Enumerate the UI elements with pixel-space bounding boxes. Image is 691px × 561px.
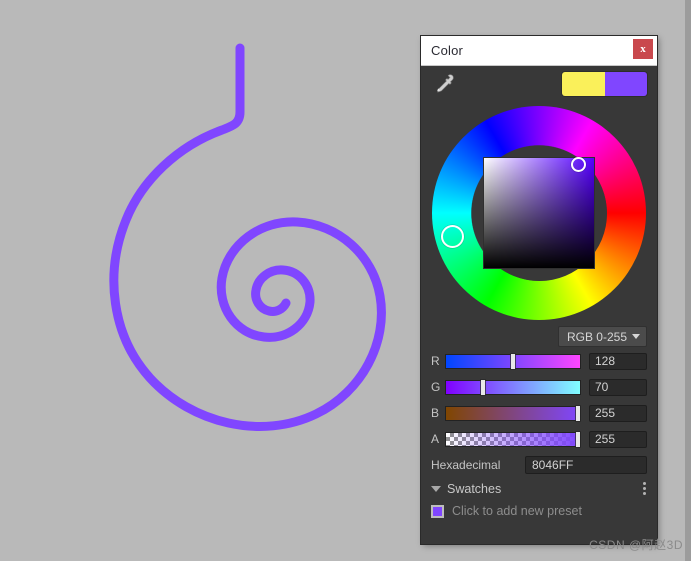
kebab-menu-icon[interactable] — [643, 482, 646, 495]
channel-slider-a[interactable] — [445, 431, 581, 447]
eyedropper-icon[interactable] — [431, 72, 455, 96]
hexadecimal-label: Hexadecimal — [431, 458, 501, 472]
channel-track-a — [446, 432, 580, 446]
current-color-swatch[interactable] — [604, 72, 647, 96]
swatches-foldout-header[interactable]: Swatches — [421, 478, 657, 500]
color-mode-label: RGB 0-255 — [566, 329, 627, 344]
color-wheel-area — [421, 102, 657, 326]
channel-label-b: B — [431, 406, 440, 420]
channel-slider-b[interactable] — [445, 405, 581, 421]
color-mode-row: RGB 0-255 — [421, 326, 657, 348]
hexadecimal-input[interactable]: 8046FF — [525, 456, 647, 474]
add-preset-row[interactable]: Click to add new preset — [421, 500, 657, 522]
channel-row-b: B 255 — [421, 400, 657, 426]
hue-marker-handle[interactable] — [440, 224, 464, 248]
channel-row-r: R 128 — [421, 348, 657, 374]
channel-handle-a[interactable] — [575, 431, 580, 447]
channel-value-g[interactable]: 70 — [589, 378, 647, 396]
channel-slider-list: R 128 G 70 B 255 A 255 — [421, 348, 657, 452]
swatches-label: Swatches — [447, 482, 502, 496]
color-mode-dropdown[interactable]: RGB 0-255 — [557, 326, 647, 347]
color-picker-window: Color x RGB 0-255 R 128 G 70 B 255 A 255… — [421, 36, 657, 544]
channel-value-a[interactable]: 255 — [589, 430, 647, 448]
window-titlebar[interactable]: Color x — [421, 36, 657, 66]
close-icon[interactable]: x — [633, 39, 653, 59]
window-title: Color — [431, 43, 464, 58]
color-compare-swatches[interactable] — [562, 72, 647, 96]
saturation-value-square[interactable] — [484, 158, 594, 268]
chevron-down-icon — [632, 334, 640, 339]
channel-label-a: A — [431, 432, 440, 446]
channel-slider-r[interactable] — [445, 353, 581, 369]
channel-row-g: G 70 — [421, 374, 657, 400]
hexadecimal-row: Hexadecimal 8046FF — [421, 452, 657, 478]
canvas-right-edge — [685, 0, 691, 561]
channel-slider-g[interactable] — [445, 379, 581, 395]
channel-value-r[interactable]: 128 — [589, 352, 647, 370]
channel-value-b[interactable]: 255 — [589, 404, 647, 422]
screenshot-root: Color x RGB 0-255 R 128 G 70 B 255 A 255… — [0, 0, 691, 561]
channel-row-a: A 255 — [421, 426, 657, 452]
previous-color-swatch[interactable] — [562, 72, 605, 96]
add-preset-label: Click to add new preset — [452, 504, 582, 518]
preset-color-chip[interactable] — [431, 504, 444, 518]
channel-label-g: G — [431, 380, 441, 394]
foldout-triangle-icon — [431, 486, 441, 492]
channel-track-g — [446, 380, 580, 394]
channel-handle-g[interactable] — [480, 379, 485, 395]
channel-handle-b[interactable] — [575, 405, 580, 421]
spiral-path — [109, 43, 386, 431]
channel-label-r: R — [431, 354, 440, 368]
channel-handle-r[interactable] — [511, 353, 516, 369]
channel-track-b — [446, 406, 580, 420]
picker-toolbar — [421, 66, 657, 102]
